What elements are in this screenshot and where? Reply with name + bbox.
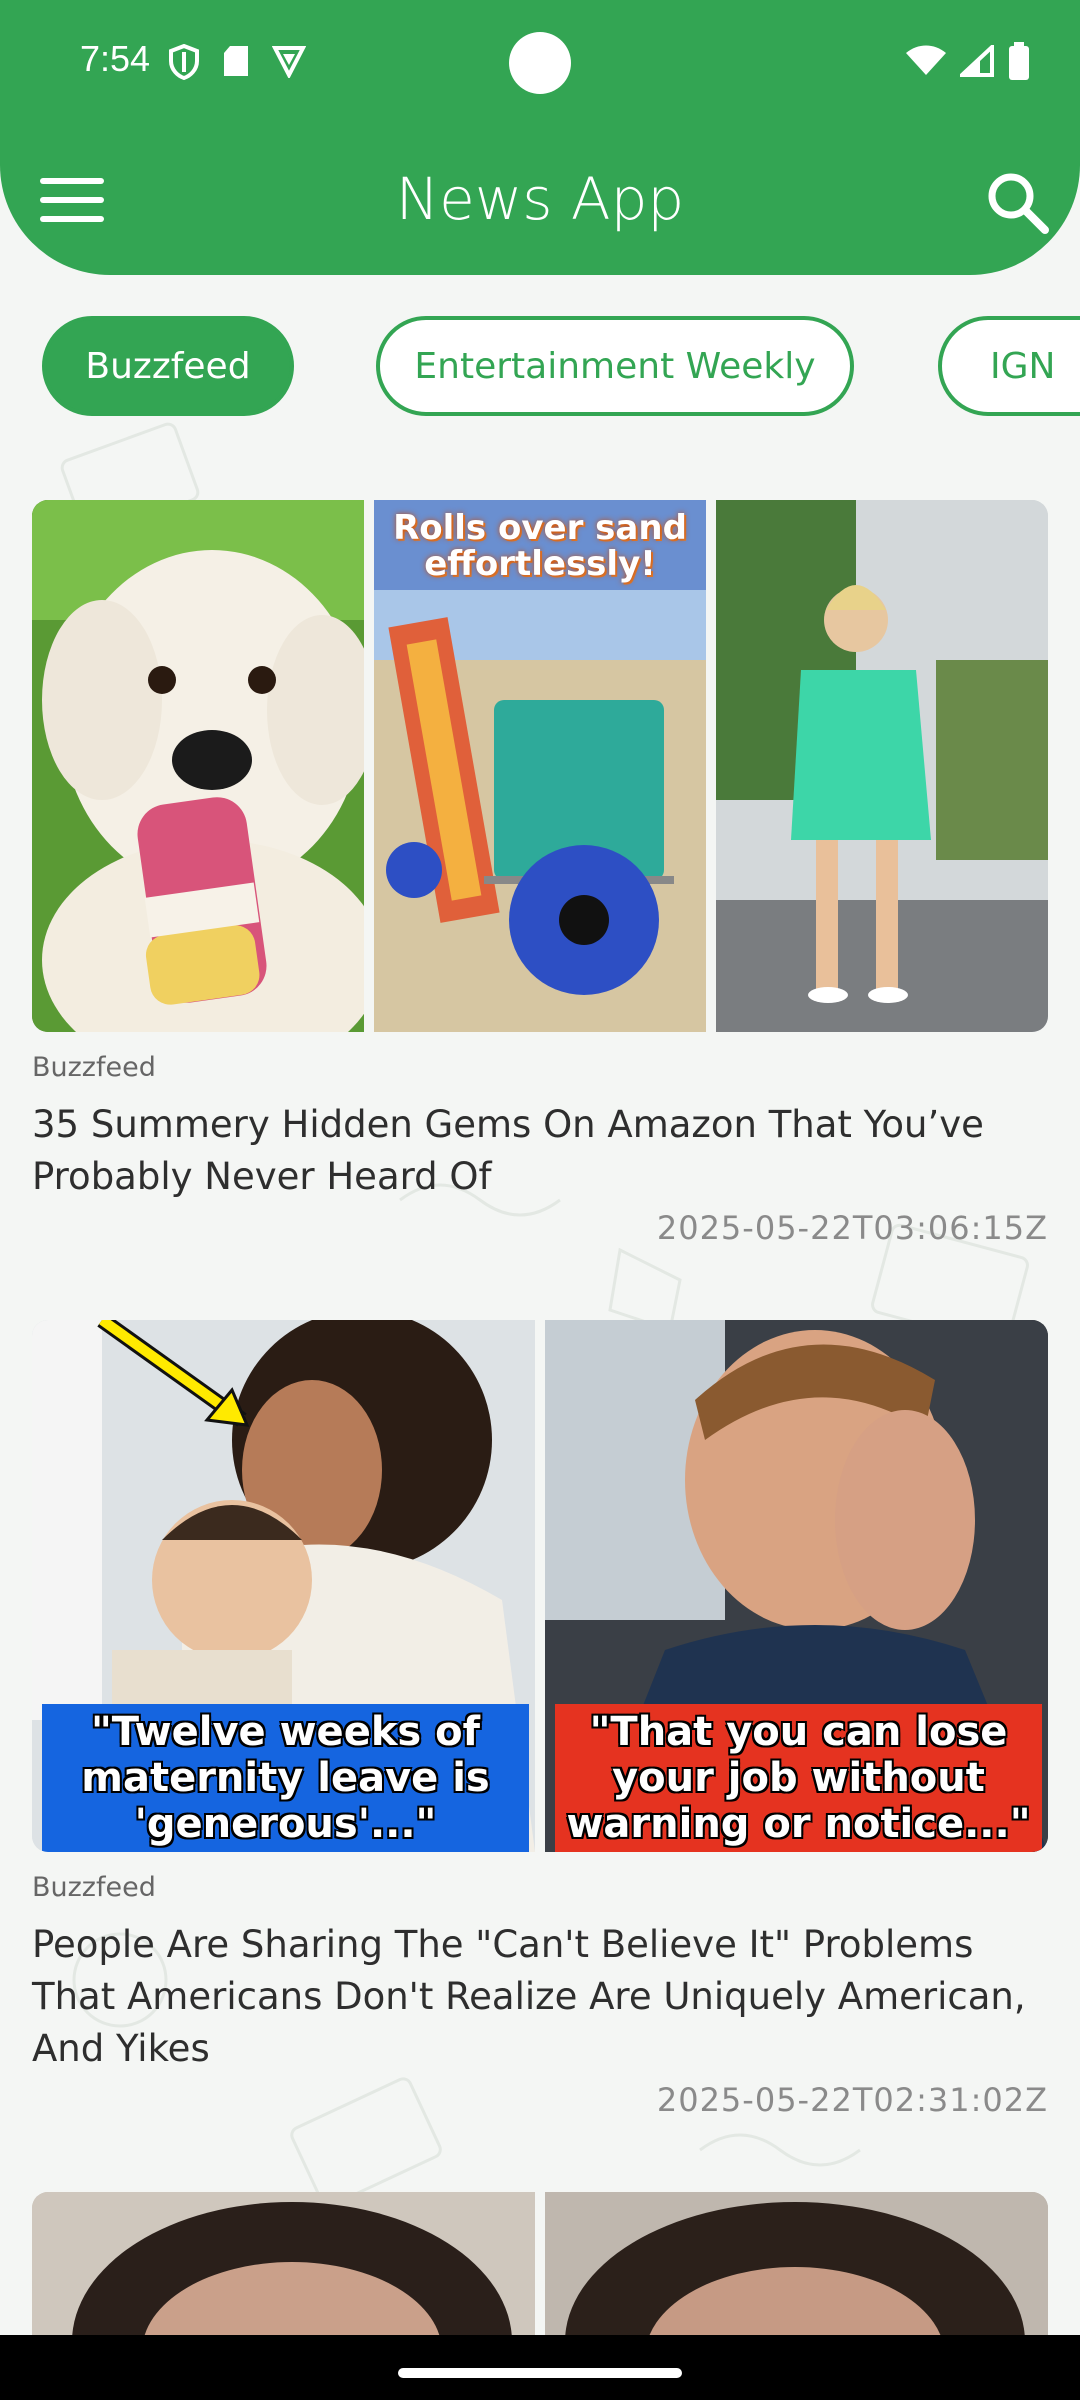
sd-card-icon: [224, 46, 248, 76]
image-overlay-text: Rolls over sand effortlessly!: [393, 508, 687, 584]
battery-icon: [1009, 42, 1029, 80]
stressed-man-image: "That you can lose your job without warn…: [545, 1320, 1048, 1852]
app-title: News App: [395, 165, 685, 233]
shield-icon: [169, 44, 199, 80]
article-image-collage[interactable]: [32, 2192, 1048, 2335]
article-date: 2025-05-22T03:06:15Z: [656, 1209, 1048, 1247]
article-title[interactable]: People Are Sharing The "Can't Believe It…: [32, 1919, 1048, 2075]
image-caption: "Twelve weeks of maternity leave is 'gen…: [42, 1704, 529, 1852]
article-image: [545, 2192, 1048, 2335]
signal-icon: [960, 45, 994, 77]
status-bar: 7:54: [0, 0, 1080, 130]
dog-popsicle-image: [32, 500, 364, 1032]
front-camera: [509, 32, 571, 94]
woman-romper-image: [716, 500, 1048, 1032]
status-icons-left: [168, 44, 306, 80]
chip-buzzfeed[interactable]: Buzzfeed: [42, 316, 294, 416]
category-chips: Buzzfeed Entertainment Weekly IGN: [0, 316, 1080, 422]
home-gesture-handle[interactable]: [398, 2368, 682, 2378]
status-time: 7:54: [80, 38, 151, 79]
chip-ign[interactable]: IGN: [938, 316, 1080, 416]
article-title[interactable]: 35 Summery Hidden Gems On Amazon That Yo…: [32, 1099, 1048, 1203]
status-icons-right: [906, 42, 1030, 80]
article-image-collage[interactable]: "Twelve weeks of maternity leave is 'gen…: [32, 1320, 1048, 1852]
article-image-collage[interactable]: Rolls over sand effortlessly!: [32, 500, 1048, 1032]
article-date: 2025-05-22T02:31:02Z: [656, 2081, 1048, 2119]
chip-entertainment-weekly[interactable]: Entertainment Weekly: [376, 316, 854, 416]
search-icon[interactable]: [985, 170, 1049, 234]
beach-cart-image: Rolls over sand effortlessly!: [374, 500, 706, 1032]
article-card[interactable]: [32, 2192, 1048, 2335]
article-card[interactable]: "Twelve weeks of maternity leave is 'gen…: [32, 1320, 1048, 2119]
image-caption: "That you can lose your job without warn…: [555, 1704, 1042, 1852]
mother-baby-image: "Twelve weeks of maternity leave is 'gen…: [32, 1320, 535, 1852]
article-source: Buzzfeed: [32, 1052, 156, 1083]
article-image: [32, 2192, 535, 2335]
article-source: Buzzfeed: [32, 1872, 156, 1903]
app-header: 7:54 News App: [0, 0, 1080, 275]
vpn-icon: [272, 46, 306, 78]
article-card[interactable]: Rolls over sand effortlessly! Buzzfeed 3…: [32, 500, 1048, 1247]
wifi-icon: [906, 45, 946, 75]
